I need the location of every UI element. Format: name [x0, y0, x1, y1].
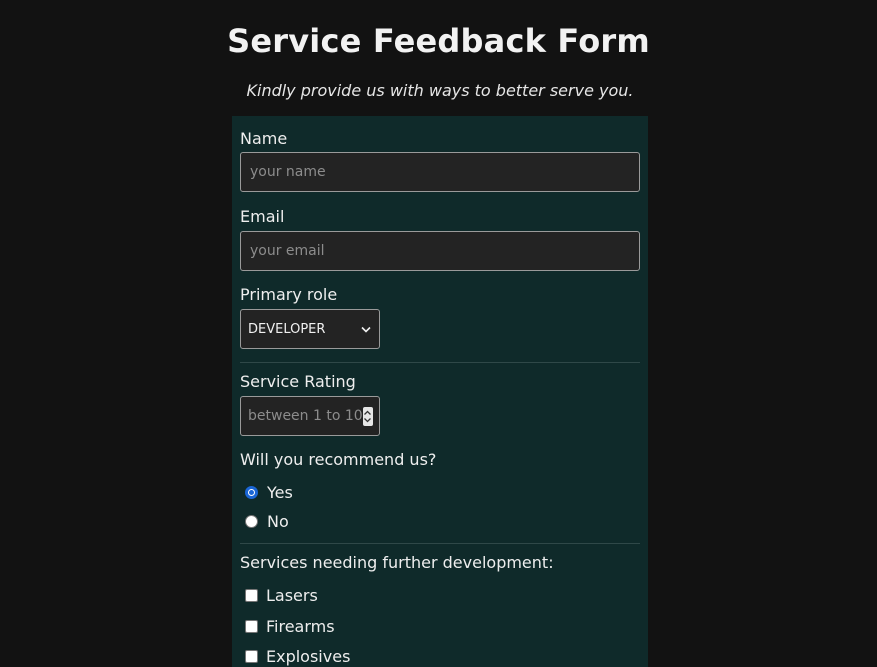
service-rating-input[interactable]: between 1 to 10: [240, 396, 380, 436]
primary-role-label: Primary role: [240, 285, 338, 304]
recommend-no-radio[interactable]: [245, 514, 258, 528]
service-option-lasers[interactable]: Lasers: [240, 584, 318, 606]
firearms-checkbox[interactable]: [245, 619, 258, 633]
service-option-explosives[interactable]: Explosives: [240, 645, 350, 667]
spinner-arrows-icon[interactable]: [362, 406, 373, 426]
primary-role-selected: DEVELOPER: [248, 321, 326, 337]
recommend-yes-label: Yes: [267, 482, 293, 502]
divider: [240, 362, 640, 363]
services-label: Services needing further development:: [240, 553, 554, 572]
recommend-no-option[interactable]: No: [240, 510, 289, 532]
primary-role-select[interactable]: DEVELOPER: [240, 309, 380, 349]
chevron-down-icon: [360, 323, 372, 335]
explosives-checkbox[interactable]: [245, 649, 258, 663]
name-label: Name: [240, 129, 288, 148]
explosives-label: Explosives: [266, 646, 351, 666]
recommend-yes-option[interactable]: Yes: [240, 481, 293, 503]
page-title: Service Feedback Form: [227, 22, 650, 60]
page-subtitle: Kindly provide us with ways to better se…: [246, 81, 634, 100]
feedback-form: Name Email Primary role DEVELOPER Servic…: [232, 116, 648, 667]
lasers-checkbox[interactable]: [245, 588, 258, 602]
name-input[interactable]: [240, 152, 640, 192]
recommend-label: Will you recommend us?: [240, 450, 437, 469]
service-rating-placeholder: between 1 to 10: [248, 408, 363, 424]
recommend-no-label: No: [267, 511, 289, 531]
email-label: Email: [240, 207, 285, 226]
divider: [240, 543, 640, 544]
page: Service Feedback Form Kindly provide us …: [0, 0, 877, 667]
service-option-firearms[interactable]: Firearms: [240, 615, 335, 637]
firearms-label: Firearms: [266, 616, 335, 636]
service-rating-label: Service Rating: [240, 372, 356, 391]
email-input[interactable]: [240, 231, 640, 271]
lasers-label: Lasers: [266, 585, 318, 605]
recommend-yes-radio[interactable]: [245, 485, 258, 499]
